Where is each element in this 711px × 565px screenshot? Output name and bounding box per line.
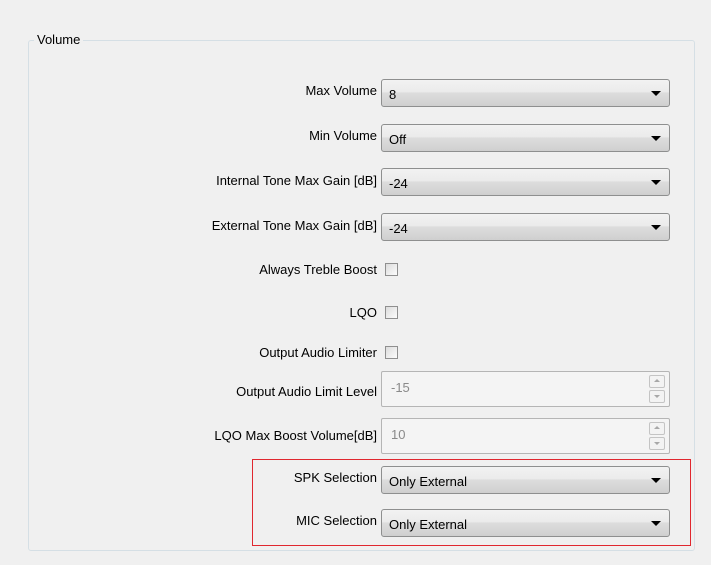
chevron-down-icon <box>651 91 661 96</box>
lqo-max-boost-spinbox[interactable]: 10 <box>381 418 670 454</box>
external-tone-dropdown[interactable]: -24 <box>381 213 670 241</box>
volume-group-title: Volume <box>34 32 84 47</box>
lqo-max-boost-label: LQO Max Boost Volume[dB] <box>214 428 377 443</box>
treble-boost-checkbox[interactable] <box>385 263 398 276</box>
internal-tone-label: Internal Tone Max Gain [dB] <box>216 173 377 188</box>
output-limit-level-spinbox[interactable]: -15 <box>381 371 670 407</box>
output-limit-level-label: Output Audio Limit Level <box>236 384 377 399</box>
min-volume-dropdown[interactable]: Off <box>381 124 670 152</box>
lqo-label: LQO <box>349 305 377 320</box>
output-limit-level-value: -15 <box>391 380 410 395</box>
mic-selection-dropdown[interactable]: Only External <box>381 509 670 537</box>
chevron-down-icon <box>651 225 661 230</box>
external-tone-value: -24 <box>389 221 408 236</box>
min-volume-value: Off <box>389 132 407 147</box>
min-volume-label: Min Volume <box>309 128 377 143</box>
output-limiter-checkbox[interactable] <box>385 346 398 359</box>
internal-tone-value: -24 <box>389 176 408 191</box>
max-volume-label: Max Volume <box>305 83 377 98</box>
chevron-down-icon <box>651 521 661 526</box>
internal-tone-dropdown[interactable]: -24 <box>381 168 670 196</box>
spin-up-icon[interactable] <box>649 422 665 435</box>
spin-down-icon[interactable] <box>649 390 665 403</box>
spk-selection-value: Only External <box>389 474 468 489</box>
max-volume-dropdown[interactable]: 8 <box>381 79 670 107</box>
treble-boost-label: Always Treble Boost <box>259 262 377 277</box>
lqo-checkbox[interactable] <box>385 306 398 319</box>
chevron-down-icon <box>651 478 661 483</box>
output-limiter-label: Output Audio Limiter <box>259 345 377 360</box>
external-tone-label: External Tone Max Gain [dB] <box>211 218 377 233</box>
spin-down-icon[interactable] <box>649 437 665 450</box>
lqo-max-boost-value: 10 <box>391 427 406 442</box>
mic-selection-label: MIC Selection <box>296 513 377 528</box>
spk-selection-dropdown[interactable]: Only External <box>381 466 670 494</box>
max-volume-value: 8 <box>389 87 397 102</box>
mic-selection-value: Only External <box>389 517 468 532</box>
chevron-down-icon <box>651 136 661 141</box>
spk-selection-label: SPK Selection <box>293 470 377 485</box>
spin-up-icon[interactable] <box>649 375 665 388</box>
chevron-down-icon <box>651 180 661 185</box>
